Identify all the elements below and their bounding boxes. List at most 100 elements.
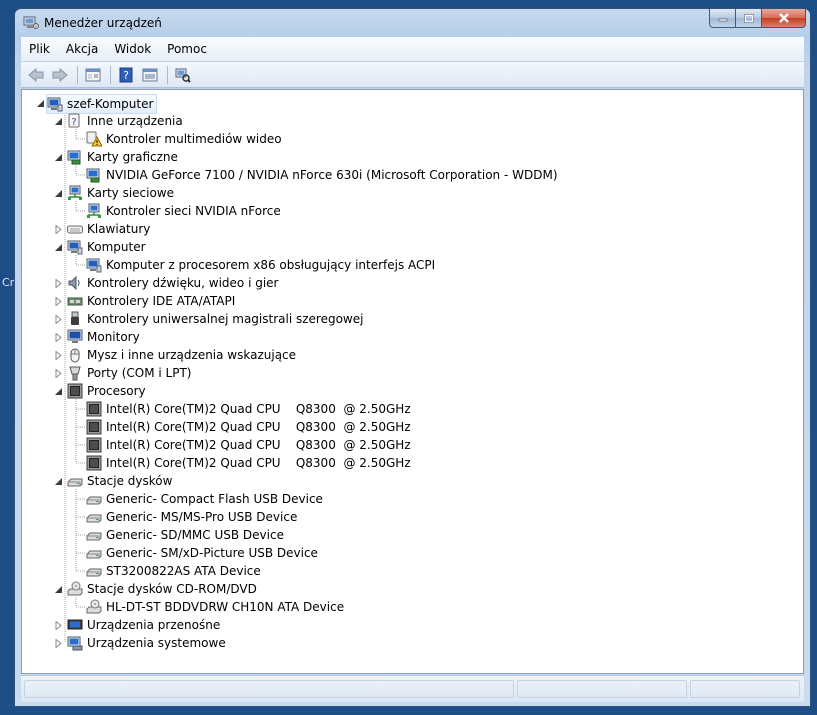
category-9[interactable]: Mysz i inne urządzenia wskazujące xyxy=(67,346,296,364)
properties-icon xyxy=(85,68,101,81)
svg-text:?: ? xyxy=(71,117,76,128)
device-12-3-label: Generic- SM/xD-Picture USB Device xyxy=(106,546,318,560)
category-4[interactable]: Komputer xyxy=(67,238,146,256)
category-8-label: Monitory xyxy=(87,330,140,344)
portable-device-icon xyxy=(67,617,83,633)
category-10[interactable]: Porty (COM i LPT) xyxy=(67,364,191,382)
properties-button[interactable] xyxy=(82,65,104,85)
expander-7[interactable] xyxy=(54,315,63,324)
device-1-0[interactable]: NVIDIA GeForce 7100 / NVIDIA nForce 630i… xyxy=(86,166,558,184)
menu-plik[interactable]: Plik xyxy=(21,42,58,56)
category-0-label: Inne urządzenia xyxy=(87,114,183,128)
expander-11[interactable] xyxy=(54,387,63,396)
expander-12[interactable] xyxy=(54,477,63,486)
device-12-0[interactable]: Generic- Compact Flash USB Device xyxy=(86,490,323,508)
expander-15[interactable] xyxy=(54,639,63,648)
device-4-0-label: Komputer z procesorem x86 obsługujący in… xyxy=(106,258,436,272)
help-button[interactable]: ? xyxy=(115,65,137,85)
disk-drive-icon xyxy=(86,563,102,579)
action-view-button[interactable] xyxy=(139,65,161,85)
title-bar[interactable]: Menedżer urządzeń xyxy=(15,9,810,37)
toolbar: ? xyxy=(21,62,804,88)
status-cell-tertiary xyxy=(690,680,800,698)
close-button[interactable] xyxy=(762,9,806,28)
device-4-0[interactable]: Komputer z procesorem x86 obsługujący in… xyxy=(86,256,435,274)
device-2-0-label: Kontroler sieci NVIDIA nForce xyxy=(106,204,281,218)
device-12-3[interactable]: Generic- SM/xD-Picture USB Device xyxy=(86,544,318,562)
category-3[interactable]: Klawiatury xyxy=(67,220,150,238)
expander-8[interactable] xyxy=(54,333,63,342)
processor-icon xyxy=(86,419,102,435)
device-13-0[interactable]: HL-DT-ST BDDVDRW CH10N ATA Device xyxy=(86,598,344,616)
device-11-2[interactable]: Intel(R) Core(TM)2 Quad CPU Q8300 @ 2.50… xyxy=(86,436,411,454)
category-12[interactable]: Stacje dysków xyxy=(67,472,172,490)
device-11-0[interactable]: Intel(R) Core(TM)2 Quad CPU Q8300 @ 2.50… xyxy=(86,400,411,418)
scan-hardware-button[interactable] xyxy=(172,65,194,85)
expander-4[interactable] xyxy=(54,243,63,252)
category-5[interactable]: Kontrolery dźwięku, wideo i gier xyxy=(67,274,278,292)
expander-2[interactable] xyxy=(54,189,63,198)
action-view-icon xyxy=(142,68,158,81)
device-12-4[interactable]: ST3200822AS ATA Device xyxy=(86,562,261,580)
device-0-0[interactable]: Kontroler multimediów wideo xyxy=(86,130,282,148)
category-11[interactable]: Procesory xyxy=(67,382,146,400)
category-9-label: Mysz i inne urządzenia wskazujące xyxy=(87,348,297,362)
device-12-1-label: Generic- MS/MS-Pro USB Device xyxy=(106,510,298,524)
menu-widok[interactable]: Widok xyxy=(106,42,159,56)
expander-10[interactable] xyxy=(54,369,63,378)
device-manager-icon xyxy=(23,16,39,30)
maximize-button[interactable] xyxy=(736,9,762,28)
menu-pomoc[interactable]: Pomoc xyxy=(159,42,215,56)
device-12-1[interactable]: Generic- MS/MS-Pro USB Device xyxy=(86,508,297,526)
display-adapter-icon xyxy=(67,149,83,165)
category-8[interactable]: Monitory xyxy=(67,328,140,346)
network-adapter-icon xyxy=(67,185,83,201)
mouse-icon xyxy=(67,347,83,363)
category-2-label: Karty sieciowe xyxy=(87,186,175,200)
device-11-3-label: Intel(R) Core(TM)2 Quad CPU Q8300 @ 2.50… xyxy=(106,456,411,470)
tree-root[interactable]: szef-Komputer xyxy=(46,94,158,114)
forward-button[interactable] xyxy=(49,65,71,85)
ide-controller-icon xyxy=(67,293,83,309)
category-6[interactable]: Kontrolery IDE ATA/ATAPI xyxy=(67,292,235,310)
category-0[interactable]: ? Inne urządzenia xyxy=(67,112,183,130)
disk-drive-icon xyxy=(86,545,102,561)
expander-14[interactable] xyxy=(54,621,63,630)
minimize-button[interactable] xyxy=(709,9,736,28)
device-tree[interactable]: szef-Komputer? Inne urządzenia Kontroler m… xyxy=(21,89,804,674)
device-2-0[interactable]: Kontroler sieci NVIDIA nForce xyxy=(86,202,281,220)
expander-5[interactable] xyxy=(54,279,63,288)
status-bar xyxy=(21,675,804,702)
device-11-0-label: Intel(R) Core(TM)2 Quad CPU Q8300 @ 2.50… xyxy=(106,402,411,416)
category-1[interactable]: Karty graficzne xyxy=(67,148,178,166)
back-button[interactable] xyxy=(25,65,47,85)
expander-3[interactable] xyxy=(54,225,63,234)
device-12-2[interactable]: Generic- SD/MMC USB Device xyxy=(86,526,284,544)
computer-icon xyxy=(47,96,63,112)
close-icon xyxy=(778,13,789,23)
category-7[interactable]: Kontrolery uniwersalnej magistrali szere… xyxy=(67,310,363,328)
category-15[interactable]: Urządzenia systemowe xyxy=(67,634,226,652)
category-4-label: Komputer xyxy=(87,240,146,254)
category-14[interactable]: Urządzenia przenośne xyxy=(67,616,220,634)
category-13[interactable]: Stacje dysków CD-ROM/DVD xyxy=(67,580,257,598)
device-1-0-label: NVIDIA GeForce 7100 / NVIDIA nForce 630i… xyxy=(106,168,558,182)
forward-icon xyxy=(52,67,68,82)
device-11-1[interactable]: Intel(R) Core(TM)2 Quad CPU Q8300 @ 2.50… xyxy=(86,418,411,436)
computer-icon xyxy=(86,257,102,273)
expander-9[interactable] xyxy=(54,351,63,360)
expander-1[interactable] xyxy=(54,153,63,162)
expander-root[interactable] xyxy=(36,99,45,108)
category-15-label: Urządzenia systemowe xyxy=(87,636,226,650)
expander-0[interactable] xyxy=(54,117,63,126)
device-11-3[interactable]: Intel(R) Core(TM)2 Quad CPU Q8300 @ 2.50… xyxy=(86,454,411,472)
expander-13[interactable] xyxy=(54,585,63,594)
expander-6[interactable] xyxy=(54,297,63,306)
network-adapter-icon xyxy=(86,203,102,219)
monitor-icon xyxy=(67,329,83,345)
usb-icon xyxy=(67,311,83,327)
menu-akcja[interactable]: Akcja xyxy=(58,42,106,56)
category-2[interactable]: Karty sieciowe xyxy=(67,184,174,202)
device-12-0-label: Generic- Compact Flash USB Device xyxy=(106,492,323,506)
cdrom-icon xyxy=(67,581,83,597)
